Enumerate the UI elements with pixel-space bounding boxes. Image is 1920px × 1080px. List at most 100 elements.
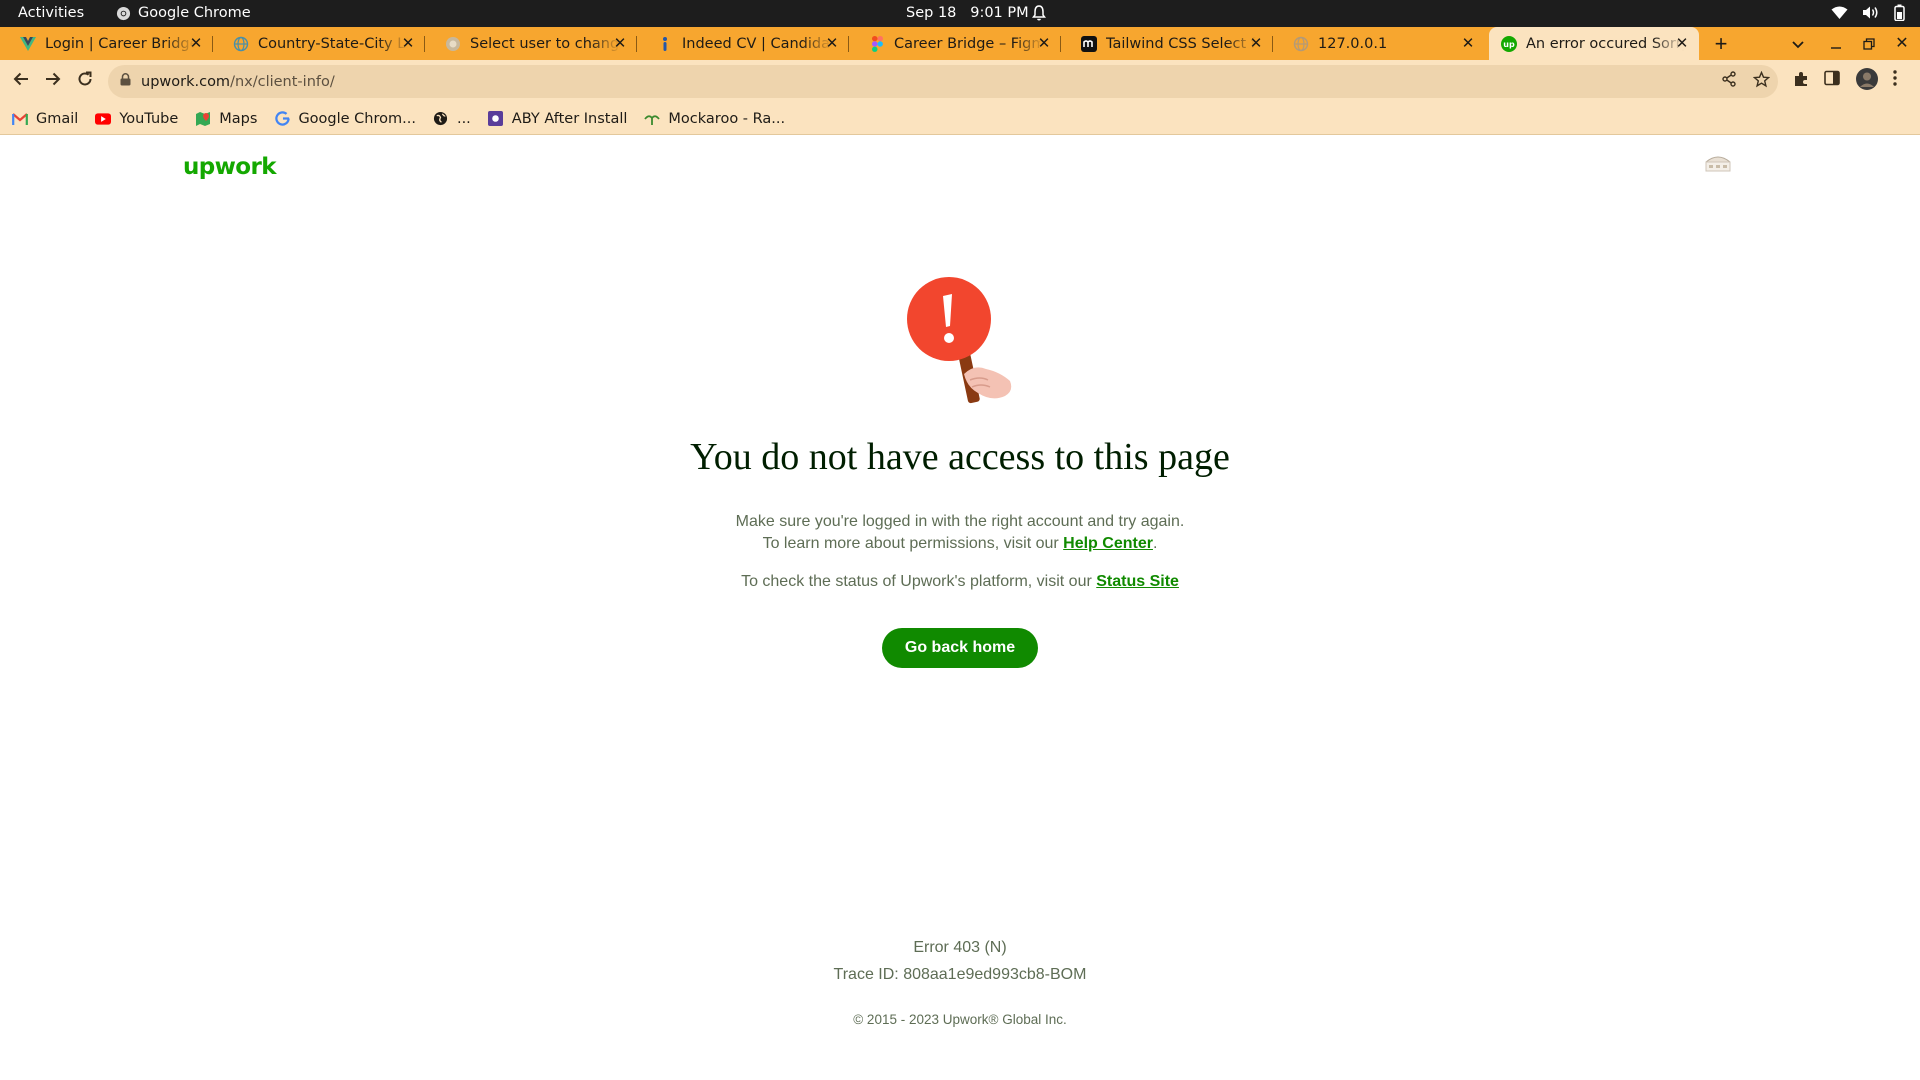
system-tray[interactable]: [1831, 4, 1906, 21]
share-icon[interactable]: [1721, 71, 1737, 93]
time-label: 9:01 PM: [970, 5, 1029, 21]
svg-text:up: up: [1503, 40, 1515, 49]
page-title: You do not have access to this page: [690, 436, 1230, 478]
gmail-icon: [12, 111, 28, 127]
address-bar[interactable]: upwork.com/nx/client-info/: [108, 65, 1778, 98]
close-tab-icon[interactable]: ✕: [400, 35, 416, 51]
tab-country-state-city[interactable]: Country-State-City List ✕: [213, 27, 425, 60]
google-icon: [274, 111, 290, 127]
date-label: Sep 18: [906, 5, 957, 21]
close-tab-icon[interactable]: ✕: [1460, 35, 1476, 51]
tab-login-career-bridge[interactable]: Login | Career Bridge ✕: [0, 27, 213, 60]
bookmark-label: Mockaroo - Ra...: [668, 110, 786, 127]
activities-button[interactable]: Activities: [18, 5, 84, 21]
globe-icon: [233, 36, 249, 52]
close-tab-icon[interactable]: ✕: [1036, 35, 1052, 51]
chrome-menu-icon[interactable]: [1893, 70, 1897, 86]
reload-icon[interactable]: [73, 70, 97, 94]
wifi-icon: [1831, 6, 1848, 19]
django-icon: [445, 36, 461, 52]
bookmark-mockaroo[interactable]: Mockaroo - Ra...: [644, 111, 785, 127]
browser-toolbar: upwork.com/nx/client-info/: [0, 60, 1920, 103]
tab-title: Select user to change: [470, 35, 620, 52]
bookmark-label: Google Chrom...: [298, 110, 416, 127]
tab-title: Country-State-City List: [258, 35, 408, 52]
bookmark-star-icon[interactable]: [1752, 70, 1771, 93]
trace-id: Trace ID: 808aa1e9ed993cb8-BOM: [833, 966, 1087, 983]
close-tab-icon[interactable]: ✕: [188, 35, 204, 51]
close-tab-icon[interactable]: ✕: [1248, 35, 1264, 51]
tab-localhost[interactable]: 127.0.0.1 ✕: [1273, 27, 1485, 60]
profile-avatar[interactable]: [1856, 68, 1878, 90]
system-top-bar: Activities Google Chrome Sep 18 9:01 PM: [0, 0, 1920, 27]
status-text: To check the status of Upwork's platform…: [741, 573, 1097, 590]
bookmark-google-chrome[interactable]: Google Chrom...: [274, 111, 416, 127]
user-avatar[interactable]: [1703, 151, 1733, 181]
bookmark-globe[interactable]: ...: [433, 111, 471, 127]
aby-icon: [488, 111, 504, 127]
bookmark-youtube[interactable]: YouTube: [95, 111, 178, 127]
close-window-icon[interactable]: ✕: [1892, 34, 1912, 54]
tab-indeed-cv[interactable]: Indeed CV | Candidate ✕: [637, 27, 849, 60]
close-tab-icon[interactable]: ✕: [1674, 35, 1690, 51]
tab-title: An error occured Sorry: [1526, 35, 1684, 52]
permissions-period: .: [1152, 535, 1158, 552]
permissions-hint: To learn more about permissions, visit o…: [0, 535, 1920, 553]
bookmarks-bar: Gmail YouTube Maps Google Chrom... ... A…: [0, 103, 1920, 135]
go-back-home-button[interactable]: Go back home: [882, 628, 1038, 668]
bookmark-label: YouTube: [119, 110, 179, 127]
login-hint: Make sure you're logged in with the righ…: [735, 513, 1185, 530]
upwork-logo[interactable]: upwork: [183, 154, 277, 180]
upwork-icon: up: [1501, 35, 1517, 52]
vue-logo-icon: [20, 36, 36, 52]
tab-title: Career Bridge – Figma: [894, 35, 1044, 52]
url-path: /nx/client-info/: [230, 73, 335, 90]
clock[interactable]: Sep 18 9:01 PM: [906, 5, 1029, 21]
url-text: upwork.com/nx/client-info/: [141, 74, 335, 90]
copyright: © 2015 - 2023 Upwork® Global Inc.: [853, 1012, 1067, 1027]
close-tab-icon[interactable]: ✕: [612, 35, 628, 51]
youtube-icon: [95, 111, 112, 127]
tab-upwork-error[interactable]: up An error occured Sorry ✕: [1489, 27, 1699, 60]
mockaroo-icon: [644, 111, 661, 127]
omnibox-actions: [1721, 70, 1771, 93]
page-content: upwork You do not have access to this pa…: [0, 136, 1920, 1080]
close-tab-icon[interactable]: ✕: [824, 35, 840, 51]
bookmark-label: ABY After Install: [511, 110, 628, 127]
indeed-icon: [657, 36, 673, 52]
status-site-link[interactable]: Status Site: [1096, 573, 1179, 590]
bookmark-gmail[interactable]: Gmail: [12, 111, 78, 127]
bookmark-label: Gmail: [36, 110, 79, 127]
tab-search-chevron-icon[interactable]: [1788, 34, 1808, 54]
restore-icon[interactable]: [1859, 34, 1879, 54]
tab-tailwind-select[interactable]: Tailwind CSS Select for ✕: [1061, 27, 1273, 60]
url-host: upwork.com: [141, 73, 231, 90]
permissions-text: To learn more about permissions, visit o…: [762, 535, 1064, 552]
tab-figma[interactable]: Career Bridge – Figma ✕: [849, 27, 1061, 60]
new-tab-icon[interactable]: +: [1711, 33, 1731, 55]
minimize-icon[interactable]: [1826, 34, 1846, 54]
side-panel-icon[interactable]: [1824, 70, 1840, 86]
tab-title: 127.0.0.1: [1318, 35, 1388, 52]
avatar-image-icon: [1705, 156, 1731, 172]
lock-icon[interactable]: [120, 72, 131, 91]
volume-icon: [1863, 6, 1878, 19]
back-arrow-icon[interactable]: [9, 70, 33, 94]
tab-strip: Login | Career Bridge ✕ Country-State-Ci…: [0, 27, 1920, 60]
tailwind-icon: [1081, 35, 1097, 52]
bookmark-maps[interactable]: Maps: [195, 111, 257, 127]
tab-title: Login | Career Bridge: [45, 35, 195, 52]
forward-arrow-icon[interactable]: [41, 70, 65, 94]
bookmark-aby-after-install[interactable]: ABY After Install: [488, 110, 628, 127]
error-code: Error 403 (N): [913, 939, 1007, 956]
extensions-icon[interactable]: [1792, 70, 1810, 88]
app-menu[interactable]: Google Chrome: [116, 5, 251, 21]
tab-title: Tailwind CSS Select for: [1106, 35, 1256, 52]
exclamation-sign-icon: [907, 277, 1012, 404]
tab-select-user[interactable]: Select user to change ✕: [425, 27, 637, 60]
figma-icon: [869, 35, 885, 52]
bookmark-label: Maps: [219, 110, 258, 127]
app-name: Google Chrome: [138, 5, 251, 21]
error-sign-illustration: [900, 277, 1020, 407]
help-center-link[interactable]: Help Center: [1063, 535, 1153, 552]
